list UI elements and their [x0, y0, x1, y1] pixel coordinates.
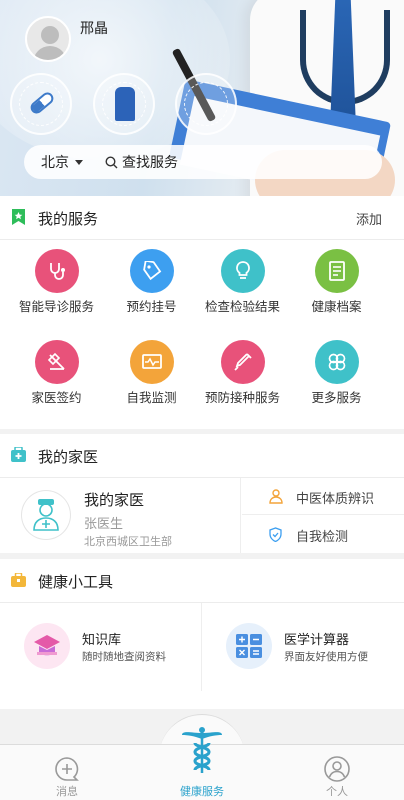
service-item-appointment[interactable]: 预约挂号	[101, 249, 202, 315]
link-label: 自我检测	[296, 530, 349, 545]
doctor-organization: 北京西城区卫生部	[84, 535, 172, 548]
doctor-avatar-icon	[22, 491, 70, 539]
service-label: 预约挂号	[126, 299, 177, 314]
syringe-icon	[220, 340, 265, 384]
health-tools-section: 健康小工具 知识库 随时随地查阅资料 医学计算器 界面友好使用方便	[0, 559, 404, 709]
caduceus-icon	[180, 725, 224, 779]
section-header: 健康小工具	[0, 559, 404, 603]
service-item-health-records[interactable]: 健康档案	[286, 249, 387, 315]
tab-label: 个人	[326, 785, 348, 798]
tag-icon	[129, 249, 174, 293]
avatar[interactable]	[25, 16, 71, 62]
tab-health-services[interactable]: 健康服务	[135, 727, 269, 800]
hospital-badge-icon	[175, 73, 237, 135]
tab-bar: 消息 健康服务 个人	[0, 727, 404, 800]
username[interactable]: 邢晶	[80, 18, 108, 38]
user-icon	[324, 756, 350, 786]
lightbulb-icon	[220, 249, 265, 293]
medical-kit-icon	[11, 446, 26, 466]
tab-label: 消息	[56, 785, 78, 798]
service-label: 家医签约	[31, 390, 82, 405]
service-item-self-monitor[interactable]: 自我监测	[101, 340, 202, 406]
monitor-icon	[129, 340, 174, 384]
pill-badge-icon	[10, 73, 72, 135]
service-item-family-signing[interactable]: 家医签约	[6, 340, 107, 406]
tool-subtitle: 界面友好使用方便	[284, 651, 368, 663]
section-title: 我的家医	[38, 448, 99, 466]
service-item-smart-triage[interactable]: 智能导诊服务	[6, 249, 107, 315]
family-doctor-title: 我的家医	[84, 491, 145, 509]
service-label: 健康档案	[311, 299, 362, 314]
city-selector[interactable]: 北京	[41, 152, 69, 172]
service-label: 更多服务	[311, 390, 362, 405]
tool-title: 医学计算器	[284, 633, 350, 648]
calculator-icon	[226, 623, 272, 669]
graduation-cap-icon	[24, 623, 70, 669]
clover-icon	[314, 340, 359, 384]
service-label: 智能导诊服务	[18, 299, 94, 314]
doctor-name: 张医生	[84, 517, 124, 532]
shield-icon	[269, 527, 282, 546]
search-icon	[105, 155, 118, 169]
service-item-more[interactable]: 更多服务	[286, 340, 387, 406]
tab-messages[interactable]: 消息	[0, 745, 134, 800]
hero-banner: 邢晶 北京 查找服务	[0, 0, 404, 196]
tab-profile[interactable]: 个人	[270, 745, 404, 800]
toolbox-icon	[11, 572, 26, 591]
bookmark-star-icon	[11, 209, 26, 229]
document-icon	[314, 249, 359, 293]
tool-title: 知识库	[82, 633, 122, 648]
add-button[interactable]: 添加	[356, 209, 382, 228]
my-services-section: 我的服务 添加 智能导诊服务 预约挂号 检查检验结果 健康档案 家医签约 自我监…	[0, 196, 404, 429]
search-input[interactable]: 查找服务	[122, 152, 178, 172]
tab-label: 健康服务	[180, 785, 224, 798]
self-check-link[interactable]: 自我检测	[242, 516, 404, 553]
search-bar[interactable]: 北京 查找服务	[24, 145, 382, 179]
chat-plus-icon	[54, 756, 80, 786]
service-label: 自我监测	[126, 390, 177, 405]
medical-calculator-tool[interactable]: 医学计算器 界面友好使用方便	[202, 603, 404, 691]
caret-down-icon[interactable]	[75, 159, 83, 165]
service-item-test-results[interactable]: 检查检验结果	[192, 249, 293, 315]
service-label: 预防接种服务	[204, 390, 280, 405]
section-title: 我的服务	[38, 210, 99, 228]
section-header: 我的服务 添加	[0, 196, 404, 240]
section-title: 健康小工具	[38, 573, 114, 591]
knowledge-base-tool[interactable]: 知识库 随时随地查阅资料	[0, 603, 202, 691]
doctor-badge-icon	[93, 73, 155, 135]
link-label: 中医体质辨识	[296, 492, 375, 507]
person-icon	[269, 489, 283, 508]
family-doctor-section: 我的家医 我的家医 张医生 北京西城区卫生部 中医体质辨识 自我检测	[0, 434, 404, 553]
service-item-vaccination[interactable]: 预防接种服务	[192, 340, 293, 406]
section-header: 我的家医	[0, 434, 404, 478]
stethoscope-icon	[34, 249, 79, 293]
tool-subtitle: 随时随地查阅资料	[82, 651, 166, 663]
family-doctor-card[interactable]: 我的家医 张医生 北京西城区卫生部	[0, 478, 241, 553]
tcm-constitution-link[interactable]: 中医体质辨识	[242, 478, 404, 515]
service-label: 检查检验结果	[204, 299, 280, 314]
sign-icon	[34, 340, 79, 384]
